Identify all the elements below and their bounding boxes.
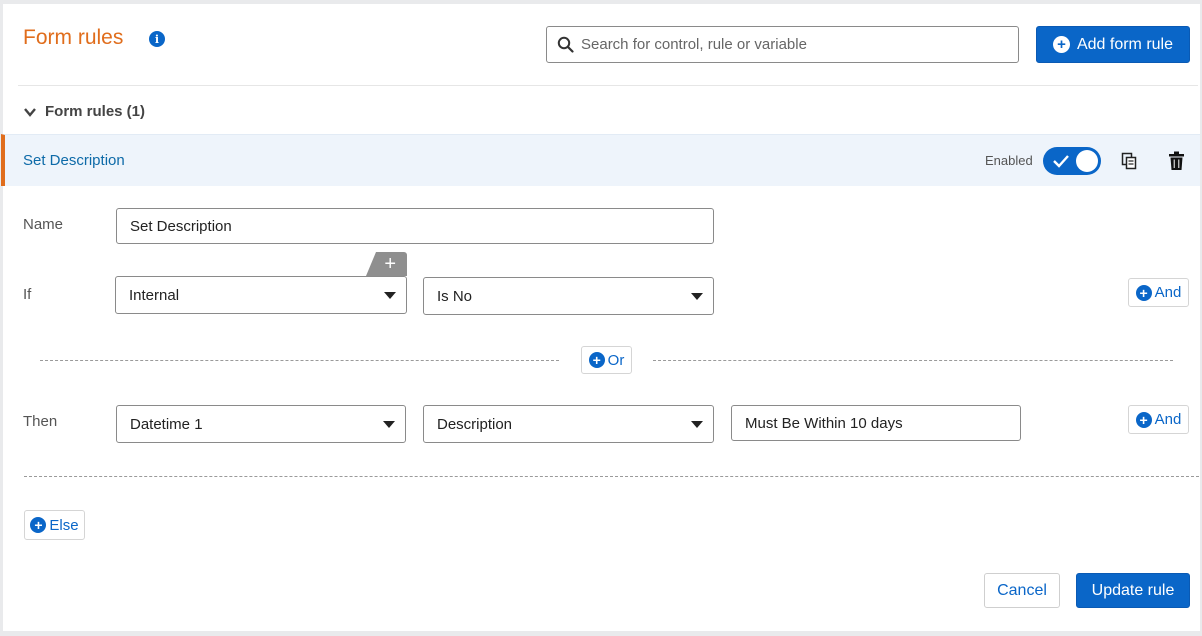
plus-circle-icon: + xyxy=(30,517,47,533)
or-divider-left xyxy=(40,360,559,361)
add-form-rule-button[interactable]: + Add form rule xyxy=(1036,26,1190,63)
condition-control-select[interactable]: Internal xyxy=(115,276,407,314)
toggle-knob xyxy=(1076,150,1098,172)
page-title: Form rules xyxy=(23,26,124,49)
else-button[interactable]: + Else xyxy=(24,510,85,540)
caret-down-icon xyxy=(691,421,703,428)
plus-circle-icon: + xyxy=(1135,411,1152,428)
checkmark-icon xyxy=(1053,155,1069,168)
plus-circle-icon: + xyxy=(1052,36,1070,53)
or-label: Or xyxy=(607,351,625,369)
caret-down-icon xyxy=(384,292,396,299)
action-control-value: Datetime 1 xyxy=(130,415,203,433)
rule-header[interactable]: Set Description Enabled xyxy=(1,134,1200,186)
condition-operator-value: Is No xyxy=(437,287,473,305)
and-action-button[interactable]: + And xyxy=(1128,405,1189,434)
name-label: Name xyxy=(23,216,64,233)
search-icon xyxy=(557,36,574,53)
rule-title: Set Description xyxy=(23,152,125,169)
divider xyxy=(18,85,1198,86)
then-label: Then xyxy=(23,413,58,430)
chevron-down-icon xyxy=(24,107,36,117)
section-label: Form rules (1) xyxy=(45,103,146,120)
and-label: And xyxy=(1154,284,1182,301)
else-divider xyxy=(24,476,1199,477)
condition-operator-select[interactable]: Is No xyxy=(423,277,714,315)
plus-circle-icon: + xyxy=(1135,284,1152,301)
caret-down-icon xyxy=(691,293,703,300)
info-icon[interactable]: i xyxy=(149,31,165,47)
enabled-label: Enabled xyxy=(985,153,1033,168)
form-rules-panel: Form rules i + Add form rule Form rules … xyxy=(1,4,1200,631)
update-rule-button[interactable]: Update rule xyxy=(1076,573,1190,608)
action-property-value: Description xyxy=(437,415,513,433)
search-input[interactable] xyxy=(581,27,1011,62)
action-value-input[interactable]: Must Be Within 10 days xyxy=(731,405,1021,441)
action-property-select[interactable]: Description xyxy=(423,405,714,443)
cancel-button[interactable]: Cancel xyxy=(984,573,1060,608)
form-rules-section-toggle[interactable]: Form rules (1) xyxy=(23,103,145,120)
add-form-rule-label: Add form rule xyxy=(1076,35,1174,53)
plus-circle-icon: + xyxy=(588,352,605,368)
caret-down-icon xyxy=(383,421,395,428)
else-label: Else xyxy=(49,516,79,534)
or-divider-right xyxy=(653,360,1173,361)
rule-name-input[interactable]: Set Description xyxy=(116,208,714,244)
enabled-toggle[interactable] xyxy=(1043,147,1101,175)
or-button[interactable]: + Or xyxy=(581,346,632,374)
and-condition-button[interactable]: + And xyxy=(1128,278,1189,307)
action-control-select[interactable]: Datetime 1 xyxy=(116,405,406,443)
copy-icon[interactable] xyxy=(1121,152,1137,170)
add-condition-tab[interactable]: + xyxy=(366,252,407,276)
if-label: If xyxy=(23,286,32,303)
trash-icon[interactable] xyxy=(1169,151,1184,170)
condition-control-value: Internal xyxy=(129,286,180,304)
search-box xyxy=(546,26,1019,63)
and-label: And xyxy=(1154,411,1182,428)
